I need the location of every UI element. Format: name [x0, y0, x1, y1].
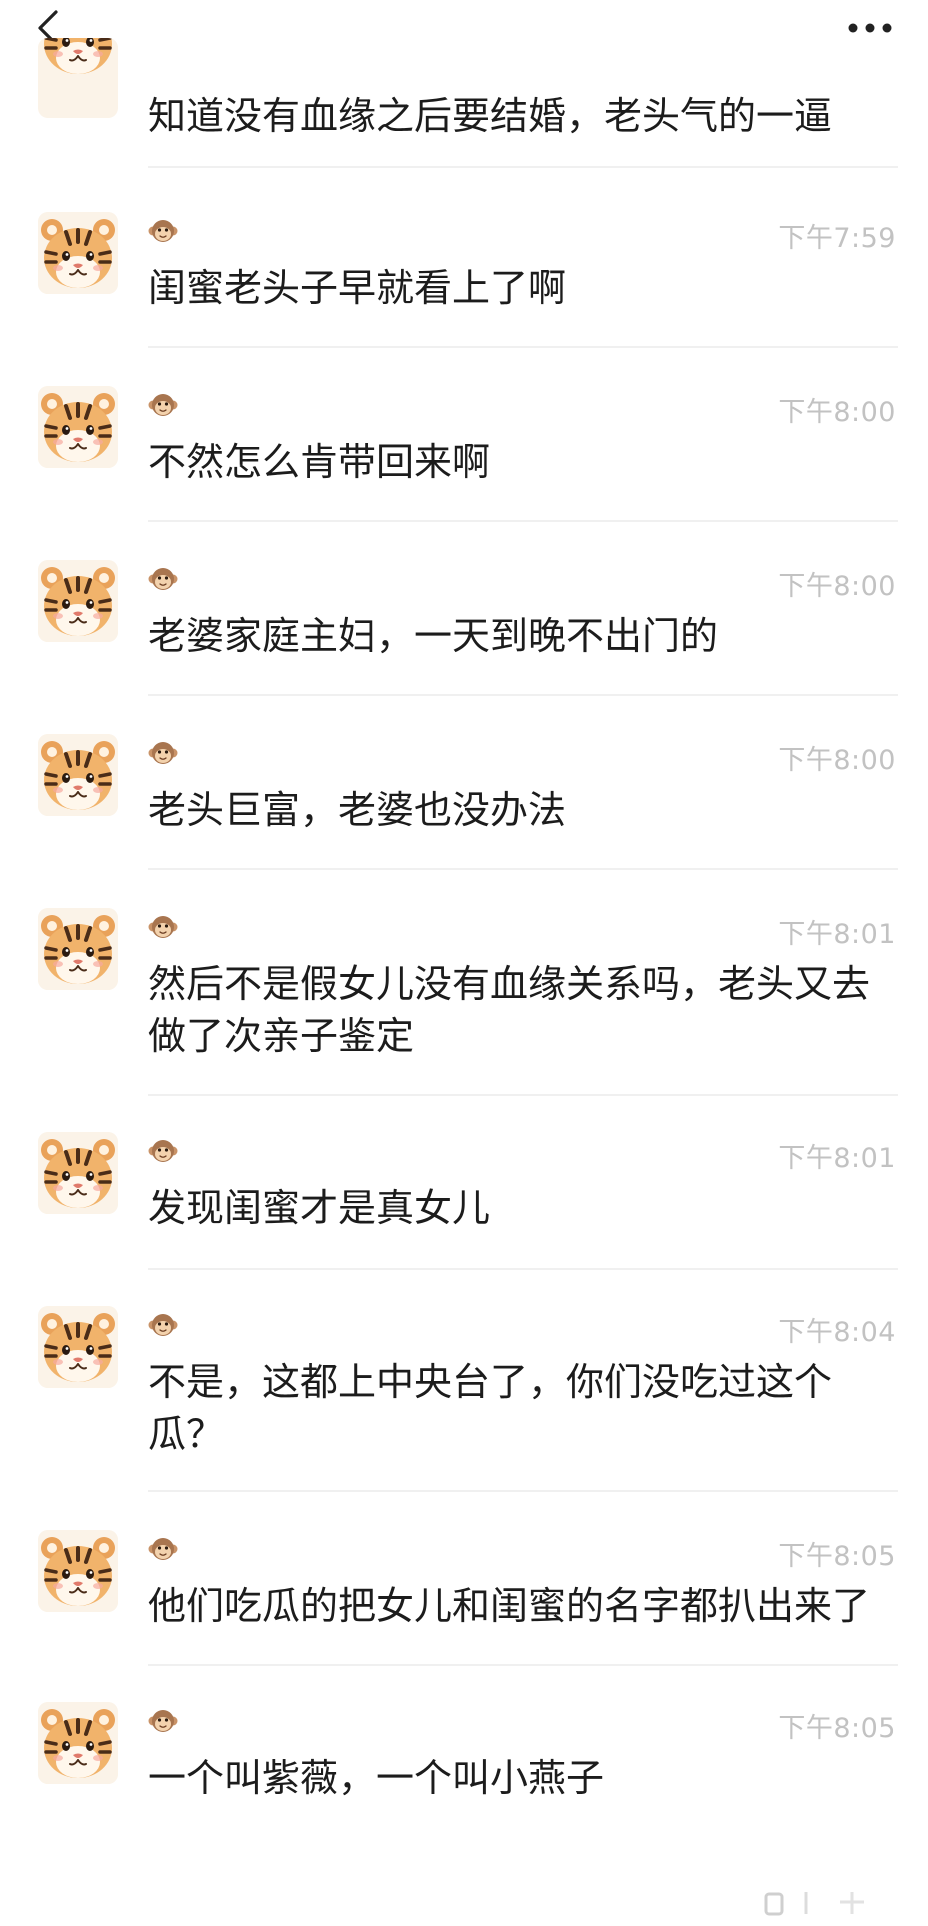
message-time: 下午8:05	[778, 1541, 896, 1572]
message-time: 下午8:00	[778, 745, 896, 776]
message-text: 一个叫紫薇，一个叫小燕子	[148, 1756, 605, 1800]
monkey-face-icon	[148, 912, 178, 942]
tiger-avatar-icon[interactable]	[38, 38, 118, 118]
message-item: 下午8:01 发现闺蜜才是真女儿	[0, 1132, 928, 1272]
message-item: 下午8:05 一个叫紫薇，一个叫小燕子	[0, 1702, 928, 1842]
monkey-face-icon	[148, 1136, 178, 1166]
message-item: 下午8:04 不是，这都上中央台了，你们没吃过这个瓜？	[0, 1306, 928, 1496]
message-text: 知道没有血缘之后要结婚，老头气的一逼	[148, 94, 833, 138]
tiger-avatar-icon[interactable]	[38, 386, 118, 468]
message-text: 他们吃瓜的把女儿和闺蜜的名字都扒出来了	[148, 1584, 871, 1628]
message-item: 知道没有血缘之后要结婚，老头气的一逼	[0, 0, 928, 150]
message-time: 下午8:00	[778, 571, 896, 602]
message-time: 下午8:01	[778, 919, 896, 950]
message-text: 不然怎么肯带回来啊	[148, 440, 491, 484]
message-text: 然后不是假女儿没有血缘关系吗，老头又去做了次亲子鉴定	[148, 962, 871, 1058]
message-text: 发现闺蜜才是真女儿	[148, 1186, 491, 1230]
message-item: 下午8:05 他们吃瓜的把女儿和闺蜜的名字都扒出来了	[0, 1530, 928, 1670]
monkey-face-icon	[148, 216, 178, 246]
tiger-avatar-icon[interactable]	[38, 212, 118, 294]
toolbar-icon	[764, 1892, 864, 1916]
divider	[148, 1490, 898, 1492]
tiger-avatar-icon[interactable]	[38, 1702, 118, 1784]
bottom-toolbar-fragment	[760, 1880, 920, 1926]
tiger-avatar-icon[interactable]	[38, 1530, 118, 1612]
tiger-avatar-icon[interactable]	[38, 1306, 118, 1388]
monkey-face-icon	[148, 738, 178, 768]
message-time: 下午8:04	[778, 1317, 896, 1348]
monkey-face-icon	[148, 1534, 178, 1564]
divider	[148, 1664, 898, 1666]
message-item: 下午8:01 然后不是假女儿没有血缘关系吗，老头又去做了次亲子鉴定	[0, 908, 928, 1098]
message-text: 不是，这都上中央台了，你们没吃过这个瓜？	[148, 1360, 833, 1456]
message-text: 老头巨富，老婆也没办法	[148, 788, 567, 832]
divider	[148, 1268, 898, 1270]
message-text: 老婆家庭主妇，一天到晚不出门的	[148, 614, 719, 658]
divider	[148, 520, 898, 522]
message-item: 下午7:59 闺蜜老头子早就看上了啊	[0, 212, 928, 352]
message-item: 下午8:00 老头巨富，老婆也没办法	[0, 734, 928, 874]
monkey-face-icon	[148, 564, 178, 594]
divider	[148, 166, 898, 168]
tiger-avatar-icon[interactable]	[38, 734, 118, 816]
monkey-face-icon	[148, 390, 178, 420]
divider	[148, 694, 898, 696]
message-time: 下午8:00	[778, 397, 896, 428]
message-time: 下午8:05	[778, 1713, 896, 1744]
tiger-avatar-icon[interactable]	[38, 908, 118, 990]
divider	[148, 868, 898, 870]
tiger-avatar-icon[interactable]	[38, 1132, 118, 1214]
monkey-face-icon	[148, 1310, 178, 1340]
divider	[148, 1094, 898, 1096]
message-item: 下午8:00 老婆家庭主妇，一天到晚不出门的	[0, 560, 928, 700]
tiger-avatar-icon[interactable]	[38, 560, 118, 642]
divider	[148, 346, 898, 348]
monkey-face-icon	[148, 1706, 178, 1736]
message-item: 下午8:00 不然怎么肯带回来啊	[0, 386, 928, 526]
message-time: 下午8:01	[778, 1143, 896, 1174]
message-time: 下午7:59	[778, 223, 896, 254]
message-text: 闺蜜老头子早就看上了啊	[148, 266, 567, 310]
